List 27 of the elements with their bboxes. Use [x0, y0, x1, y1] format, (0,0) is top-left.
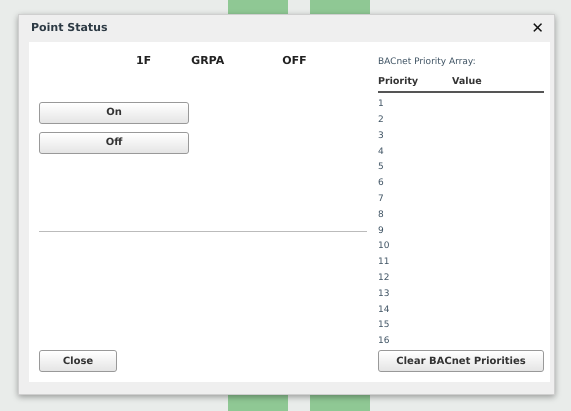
command-button[interactable]: Off — [39, 132, 189, 154]
command-button[interactable]: On — [39, 102, 189, 124]
state-label: OFF — [282, 53, 307, 70]
column-header: Value — [452, 75, 482, 89]
priority-number: 5 — [378, 162, 384, 172]
priority-number: 16 — [378, 336, 390, 346]
priority-array-title: BACnet Priority Array: — [378, 56, 477, 68]
close-button[interactable]: Close — [39, 350, 117, 372]
priority-number: 9 — [378, 226, 384, 236]
priority-number: 13 — [378, 288, 390, 299]
column-header: Priority — [378, 75, 420, 89]
priority-number: 14 — [378, 304, 390, 315]
group-label: GRPA — [191, 53, 224, 70]
priority-number: 4 — [378, 146, 384, 157]
clear-priorities-button[interactable]: Clear BACnet Priorities — [378, 350, 544, 372]
priority-number: 7 — [378, 194, 384, 204]
priority-number: 15 — [378, 320, 390, 330]
priority-number: 3 — [378, 130, 384, 141]
dialog-title: Point Status — [31, 20, 108, 36]
priority-number: 2 — [378, 115, 384, 126]
priority-number: 12 — [378, 273, 390, 284]
priority-number: 10 — [378, 241, 390, 252]
floor-label: 1F — [136, 53, 152, 70]
priority-number: 1 — [378, 99, 384, 110]
priority-number: 6 — [378, 178, 384, 188]
priority-number: 11 — [378, 257, 390, 268]
priority-number: 8 — [378, 210, 384, 220]
